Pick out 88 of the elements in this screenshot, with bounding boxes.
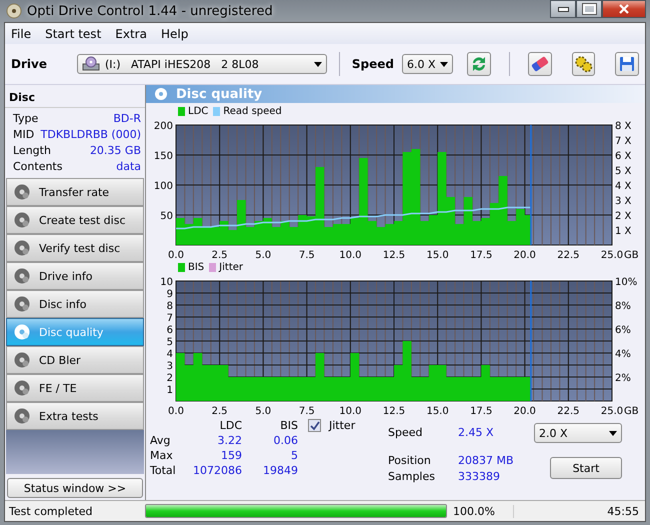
drive-label: Drive bbox=[11, 57, 47, 71]
elapsed-time: 45:55 bbox=[607, 504, 640, 518]
reading-value: 333389 bbox=[458, 470, 500, 482]
info-label: Type bbox=[13, 112, 38, 124]
axis-label: 7.5 bbox=[298, 250, 315, 259]
reading-label: Position bbox=[388, 454, 432, 466]
axis-label: 8 X bbox=[615, 121, 632, 132]
axis-label: 4 X bbox=[615, 181, 632, 192]
axis-label: 10 bbox=[160, 277, 173, 288]
axis-label: 200 bbox=[154, 121, 173, 132]
axis-unit: GB bbox=[624, 250, 639, 259]
disc-section-title: Disc bbox=[5, 85, 145, 108]
row-label: Max bbox=[150, 449, 174, 462]
axis-unit: GB bbox=[624, 406, 639, 415]
legend-label: LDC bbox=[188, 106, 208, 116]
table-cell-text: 3.22 bbox=[216, 434, 242, 447]
axis-label: 9 bbox=[166, 289, 173, 300]
reading-label: Speed bbox=[388, 426, 424, 438]
info-value: 20.35 GB bbox=[90, 144, 141, 156]
legend-label: Jitter bbox=[219, 262, 244, 272]
axis-label: 5 X bbox=[615, 166, 632, 177]
reading-value: 20837 MB bbox=[458, 454, 514, 466]
speed-label: Speed bbox=[352, 57, 394, 71]
axis-label: 5.0 bbox=[255, 406, 272, 415]
axis-label: 15.0 bbox=[426, 406, 449, 415]
axis-label: 5.0 bbox=[255, 250, 272, 259]
axis-label: 15.0 bbox=[426, 250, 449, 259]
axis-label: 10.0 bbox=[339, 406, 362, 415]
axis-label: 2 bbox=[166, 373, 173, 384]
status-text: Test completed bbox=[8, 504, 94, 518]
axis-label: 5 bbox=[166, 337, 173, 348]
axis-label: 4% bbox=[615, 349, 631, 360]
axis-label: 2.5 bbox=[212, 250, 228, 259]
axis-label: 2.5 bbox=[212, 406, 228, 415]
axis-label: 2% bbox=[615, 373, 631, 384]
column-header: LDC bbox=[218, 419, 242, 432]
reading-label: Samples bbox=[388, 470, 436, 482]
axis-label: 22.5 bbox=[557, 250, 580, 259]
axis-label: 4 bbox=[166, 349, 173, 360]
info-label: Length bbox=[13, 144, 51, 156]
axis-label: 0.0 bbox=[168, 250, 184, 259]
table-cell-text: 1072086 bbox=[192, 464, 242, 477]
axis-label: 17.5 bbox=[470, 250, 492, 259]
axis-label: 10.0 bbox=[339, 250, 362, 259]
table-cell-text: 159 bbox=[220, 449, 242, 462]
axis-label: 12.5 bbox=[382, 250, 406, 259]
jitter-label: Jitter bbox=[329, 419, 356, 432]
axis-label: 10% bbox=[615, 277, 638, 288]
axis-label: 1 X bbox=[615, 226, 632, 237]
axis-label: 22.5 bbox=[557, 406, 580, 415]
axis-label: 7 X bbox=[615, 136, 632, 147]
axis-label: 20.0 bbox=[514, 406, 536, 415]
axis-label: 3 X bbox=[615, 196, 632, 207]
window-title: Opti Drive Control 1.44 - unregistered bbox=[27, 4, 273, 18]
axis-label: 1 bbox=[166, 385, 173, 396]
axis-label: 7.5 bbox=[298, 406, 315, 415]
axis-label: 0.0 bbox=[168, 406, 184, 415]
axis-label: 6 X bbox=[615, 151, 632, 162]
axis-label: 6% bbox=[615, 325, 631, 336]
legend-label: Read speed bbox=[223, 106, 282, 116]
axis-label: 25.0 bbox=[600, 250, 624, 259]
row-label: Avg bbox=[150, 434, 172, 447]
axis-label: 6 bbox=[166, 325, 173, 336]
axis-label: 8% bbox=[615, 301, 631, 312]
info-value: data bbox=[116, 160, 141, 172]
progress-percent: 100.0% bbox=[447, 504, 514, 518]
table-cell-text: 0.06 bbox=[272, 434, 298, 447]
axis-label: 25.0 bbox=[600, 406, 624, 415]
row-label: Total bbox=[150, 464, 177, 477]
reading-value: 2.45 X bbox=[458, 426, 494, 438]
axis-label: 3 bbox=[166, 361, 173, 372]
axis-label: 2 X bbox=[615, 211, 632, 222]
axis-label: 20.0 bbox=[514, 250, 536, 259]
info-label: MID bbox=[13, 128, 34, 140]
axis-label: 100 bbox=[154, 181, 173, 192]
axis-label: 150 bbox=[154, 151, 173, 162]
legend-label: BIS bbox=[188, 262, 204, 272]
column-header: BIS bbox=[279, 419, 298, 432]
axis-label: 8 bbox=[166, 301, 173, 312]
table-cell-text: 19849 bbox=[262, 464, 298, 477]
axis-label: 12.5 bbox=[382, 406, 406, 415]
table-cell-text: 5 bbox=[290, 449, 298, 462]
axis-label: 50 bbox=[160, 211, 173, 222]
info-label: Contents bbox=[13, 160, 62, 172]
info-value: TDKBLDRBB (000) bbox=[40, 128, 141, 140]
axis-label: 7 bbox=[166, 313, 173, 324]
info-value: BD-R bbox=[113, 112, 141, 124]
axis-label: 17.5 bbox=[470, 406, 492, 415]
